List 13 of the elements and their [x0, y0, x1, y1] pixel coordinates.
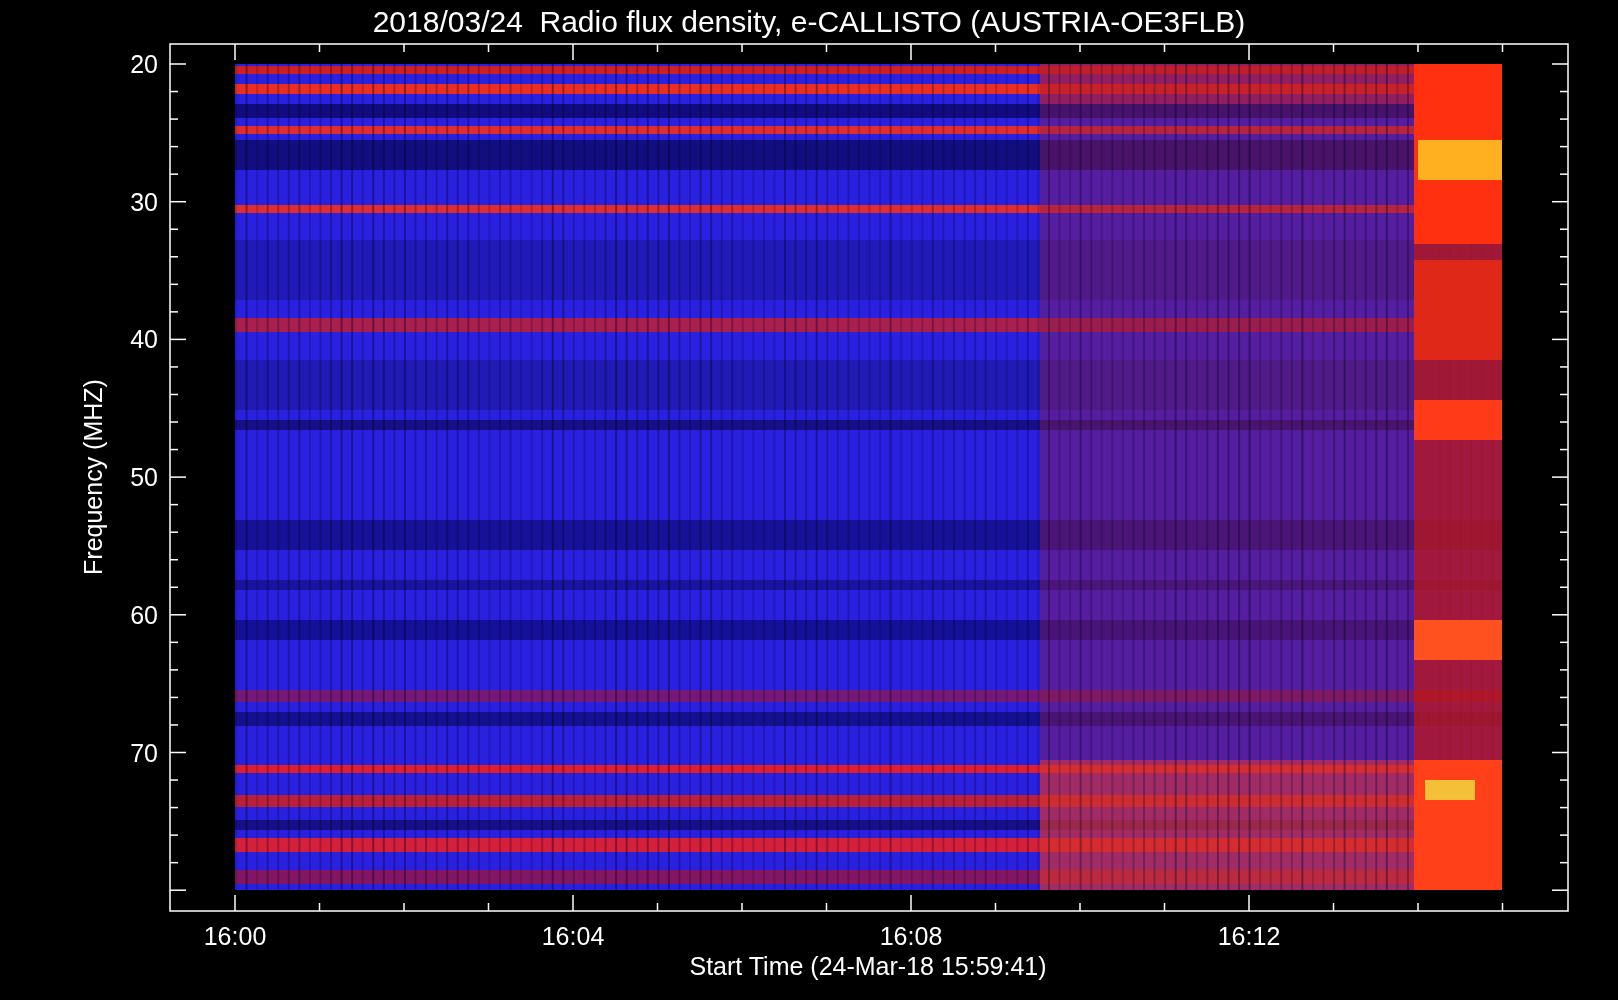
tick-label: 16:04 — [541, 922, 605, 950]
chart-title: 2018/03/24 Radio flux density, e-CALLISTO (AUSTRIA-OE3FLB) — [372, 5, 1246, 38]
tick-label: 30 — [130, 187, 158, 216]
tick-label: 20 — [130, 50, 158, 78]
tick-label: 16:00 — [203, 922, 267, 950]
tick-label: 50 — [130, 463, 158, 492]
axis-label: Start Time (24-Mar-18 15:59:41) — [689, 952, 1047, 980]
axis-label: Frequency (MHZ) — [79, 379, 107, 575]
tick-label: 70 — [130, 738, 158, 767]
tick-label: 60 — [130, 600, 158, 629]
tick-label: 16:08 — [879, 922, 943, 950]
tick-label: 16:12 — [1217, 922, 1281, 950]
tick-label: 40 — [130, 325, 158, 354]
